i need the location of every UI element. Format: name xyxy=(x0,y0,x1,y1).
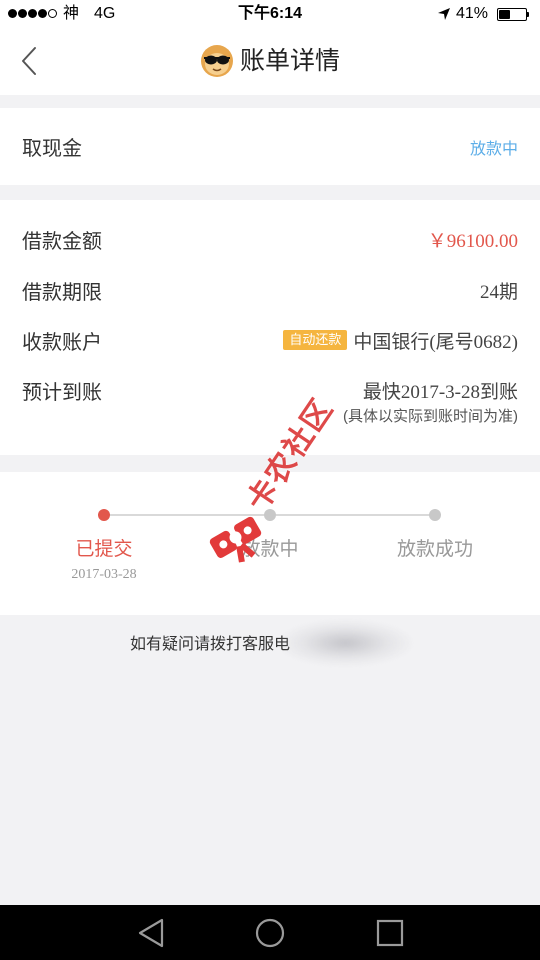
auto-repay-badge: 自动还款 xyxy=(283,330,348,350)
detail-label: 收款账户 xyxy=(22,331,102,354)
battery-icon xyxy=(497,8,527,21)
account-value-group: 自动还款 中国银行(尾号0682) xyxy=(283,327,518,354)
triangle-back-icon xyxy=(138,918,164,948)
details-card: 借款金额 ￥96100.00 借款期限 24期 收款账户 自动还款 中国银行(尾… xyxy=(0,200,540,455)
step-dot-submitted xyxy=(98,509,110,521)
sunglasses-face-icon xyxy=(200,45,233,77)
loan-term-value: 24期 xyxy=(479,281,518,303)
status-bar: 神 4G 下午6:14 41% xyxy=(0,0,540,28)
signal-dot xyxy=(38,9,47,18)
signal-dot xyxy=(48,9,57,18)
system-nav-bar xyxy=(0,905,540,960)
system-back-button[interactable] xyxy=(134,917,166,949)
arrival-date-value: 最快2017-3-28到账 xyxy=(362,381,518,403)
signal-indicator xyxy=(8,9,57,19)
summary-row: 取现金 放款中 xyxy=(0,108,540,185)
detail-row-term: 借款期限 24期 xyxy=(0,265,540,315)
progress-line xyxy=(276,514,429,516)
circle-home-icon xyxy=(255,918,285,948)
step-label-submitted: 已提交 xyxy=(75,539,133,560)
step-date: 2017-03-28 xyxy=(71,567,137,582)
detail-label: 借款金额 xyxy=(22,230,102,253)
system-home-button[interactable] xyxy=(254,917,286,949)
loan-amount-value: ￥96100.00 xyxy=(427,230,518,252)
square-recents-icon xyxy=(376,919,404,947)
summary-card: 取现金 放款中 xyxy=(0,108,540,185)
watermark-logo xyxy=(209,516,262,563)
signal-dot xyxy=(28,9,37,18)
detail-row-account: 收款账户 自动还款 中国银行(尾号0682) xyxy=(0,315,540,365)
system-recents-button[interactable] xyxy=(374,917,406,949)
loan-type-label: 取现金 xyxy=(22,138,82,160)
detail-row-amount: 借款金额 ￥96100.00 xyxy=(0,214,540,264)
help-text: 如有疑问请拨打客服电 xyxy=(130,636,291,653)
signal-dot xyxy=(18,9,27,18)
nav-bar: 账单详情 xyxy=(0,28,540,95)
signal-dot xyxy=(8,9,17,18)
arrival-note: (具体以实际到账时间为准) xyxy=(343,408,518,425)
battery-fill xyxy=(499,10,510,19)
detail-label: 借款期限 xyxy=(22,281,102,304)
title-group: 账单详情 xyxy=(0,44,540,78)
blurred-phone-number xyxy=(278,620,413,666)
clock: 下午6:14 xyxy=(237,5,303,22)
carrier-name: 神 xyxy=(63,5,80,22)
status-badge: 放款中 xyxy=(469,140,518,158)
network-type: 4G xyxy=(94,5,116,22)
battery-nub xyxy=(527,12,529,17)
step-label-success: 放款成功 xyxy=(396,539,473,560)
page-title: 账单详情 xyxy=(239,47,340,75)
battery-percent: 41% xyxy=(456,5,489,22)
location-arrow-icon xyxy=(438,8,450,20)
bank-account-value: 中国银行(尾号0682) xyxy=(353,331,518,353)
step-dot-success xyxy=(429,509,441,521)
detail-label: 预计到账 xyxy=(22,381,102,404)
